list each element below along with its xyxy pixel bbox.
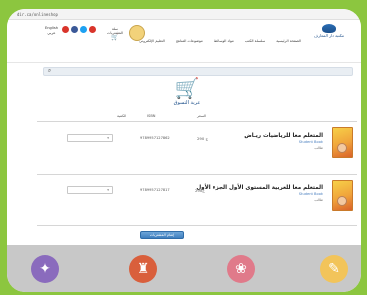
search-icon[interactable]: ⌕ — [45, 67, 54, 76]
column-isbn: ISBN — [147, 114, 156, 118]
nav-home[interactable]: الصفحة الرئيسية — [276, 39, 301, 43]
item-type: طالب — [314, 198, 323, 202]
language-switcher: English عربي — [45, 26, 58, 36]
search-input[interactable] — [43, 67, 353, 76]
chevron-down-icon: ▾ — [107, 136, 109, 140]
browser-frame: dir.ca/onlineshop مكتبة دار المعارف الصف… — [7, 9, 361, 292]
footer: ✦ ♜ ❀ ✎ — [7, 245, 361, 292]
cart-title: عربة التسوق — [173, 100, 201, 106]
item-isbn: 9789957127817 — [140, 188, 170, 192]
flower-icon[interactable]: ❀ — [227, 255, 255, 283]
item-type: طالب — [314, 146, 323, 150]
divider — [37, 174, 357, 175]
nav-book-series[interactable]: سلسلة الكتب — [245, 39, 265, 43]
item-price: 290ج — [195, 188, 205, 193]
lang-arabic[interactable]: عربي — [45, 31, 58, 36]
child-illustration-icon — [337, 196, 347, 206]
logo-mark-icon — [322, 24, 336, 33]
main-nav: الصفحة الرئيسية سلسلة الكتب مواد الوسائط… — [139, 39, 301, 43]
quantity-select[interactable]: ▾ — [67, 186, 113, 194]
item-title[interactable]: المتعلم معا للرياضيات ريـاض — [203, 133, 323, 139]
nav-media[interactable]: مواد الوسائط — [214, 39, 234, 43]
address-bar[interactable]: dir.ca/onlineshop — [7, 9, 361, 20]
logo-text: مكتبة دار المعارف — [313, 33, 345, 38]
cart-heading: 🛒 عربة التسوق — [162, 76, 212, 106]
item-subtitle: Student Book — [298, 140, 323, 144]
book-icon[interactable]: ✎ — [320, 255, 348, 283]
book-cover-math[interactable] — [332, 127, 353, 158]
site-logo[interactable]: مكتبة دار المعارف — [311, 24, 347, 44]
child-illustration-icon — [337, 143, 347, 153]
google-icon[interactable] — [89, 26, 96, 33]
nav-elearning[interactable]: التعليم الإلكتروني — [139, 39, 165, 43]
nav-curriculum[interactable]: موضوعات المناهج — [176, 39, 203, 43]
chevron-down-icon: ▾ — [107, 188, 109, 192]
item-title[interactable]: المتعلم معا للعربية المستوى الأول الجزء … — [196, 185, 323, 191]
shopping-cart-icon: 🛒 — [174, 76, 200, 100]
column-quantity: الكمية — [117, 114, 127, 118]
cart-icon: 🛒 — [111, 34, 119, 41]
item-price: 290 ج — [197, 136, 208, 141]
quantity-select[interactable]: ▾ — [67, 134, 113, 142]
divider — [37, 121, 357, 122]
tower-icon[interactable]: ♜ — [129, 255, 157, 283]
column-price: السعر — [197, 114, 207, 118]
item-isbn: 9789957127862 — [140, 136, 170, 140]
facebook-icon[interactable] — [71, 26, 78, 33]
item-subtitle: Student Book — [298, 192, 323, 196]
book-cover-arabic[interactable] — [332, 180, 353, 211]
twitter-icon[interactable] — [80, 26, 87, 33]
site-header: مكتبة دار المعارف الصفحة الرئيسية سلسلة … — [7, 20, 361, 63]
checkout-button[interactable]: إتمام المشتريات — [140, 231, 184, 239]
header-cart-link[interactable]: سلة المشتريات 🛒 — [104, 27, 126, 41]
youtube-icon[interactable] — [62, 26, 69, 33]
divider — [37, 225, 357, 226]
social-links — [62, 26, 96, 33]
telescope-icon[interactable]: ✦ — [31, 255, 59, 283]
emblem-icon — [129, 25, 145, 41]
